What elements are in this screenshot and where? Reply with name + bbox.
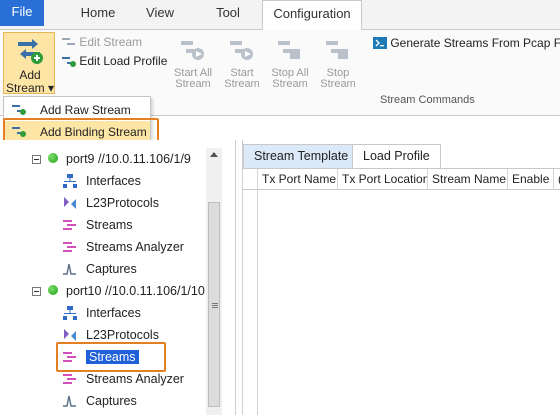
column-stream-name[interactable]: Stream Name	[427, 169, 507, 190]
stop-all-stream-button[interactable]: Stop All Stream	[267, 32, 313, 90]
tree-item-captures[interactable]: Captures	[62, 258, 137, 280]
edit-load-profile-button[interactable]: Edit Load Profile	[62, 54, 167, 68]
add-stream-icon	[18, 39, 43, 64]
streams-analyzer-icon	[63, 242, 76, 252]
scroll-up-arrow-icon[interactable]	[210, 152, 218, 157]
tab-home[interactable]: Home	[72, 0, 124, 30]
protocols-icon	[64, 197, 76, 209]
add-stream-button[interactable]: Add Stream ▾	[3, 32, 55, 95]
port-status-icon	[48, 285, 58, 295]
tree-item-l23protocols[interactable]: L23Protocols	[62, 192, 159, 214]
tree-item-port10[interactable]: port10 //10.0.11.106/1/10	[66, 280, 205, 302]
captures-icon	[63, 395, 76, 407]
tree-item-interfaces[interactable]: Interfaces	[62, 170, 141, 192]
streams-icon	[63, 220, 76, 230]
stop-icon	[326, 41, 348, 59]
tab-configuration[interactable]: Configuration	[262, 0, 362, 31]
tab-tool[interactable]: Tool	[206, 0, 250, 30]
interfaces-icon	[63, 306, 77, 320]
stream-commands-group-label: Stream Commands	[380, 94, 475, 106]
collapse-port10-toggle[interactable]	[32, 287, 41, 296]
stream-panel: Stream Template Load Profile Tx Port Nam…	[242, 140, 560, 415]
collapse-port9-toggle[interactable]	[32, 155, 41, 164]
generate-streams-button[interactable]: Generate Streams From Pcap File	[373, 36, 560, 50]
column-truncated[interactable]: (	[553, 169, 560, 190]
tree-item-port9[interactable]: port9 //10.0.11.106/1/9	[66, 148, 191, 170]
tab-view[interactable]: View	[138, 0, 182, 30]
column-tx-port-name[interactable]: Tx Port Name	[257, 169, 337, 190]
edit-stream-icon	[62, 38, 75, 45]
tree-scrollbar[interactable]	[206, 148, 222, 415]
tab-file[interactable]: File	[0, 0, 44, 26]
add-stream-label: Add Stream ▾	[5, 68, 55, 95]
tab-stream-template[interactable]: Stream Template	[243, 144, 360, 168]
edit-stream-button[interactable]: Edit Stream	[62, 35, 142, 49]
stop-all-icon	[278, 41, 300, 59]
row-header-divider	[257, 190, 258, 415]
interfaces-icon	[63, 174, 77, 188]
raw-stream-icon	[12, 105, 26, 115]
protocols-icon	[64, 329, 76, 341]
stop-stream-button[interactable]: Stop Stream	[315, 32, 361, 90]
scroll-thumb[interactable]	[208, 202, 220, 407]
edit-load-profile-icon	[62, 57, 76, 67]
captures-icon	[63, 263, 76, 275]
start-all-icon	[181, 41, 204, 60]
ribbon-tab-bar: File Home View Tool Configuration	[0, 0, 560, 31]
terminal-icon	[373, 37, 387, 49]
highlight-streams	[56, 342, 166, 372]
start-stream-button[interactable]: Start Stream	[219, 32, 265, 90]
tree-item-streams[interactable]: Streams	[62, 214, 133, 236]
tree-item-captures[interactable]: Captures	[62, 390, 137, 412]
tree-item-interfaces[interactable]: Interfaces	[62, 302, 141, 324]
port-status-icon	[48, 153, 58, 163]
streams-analyzer-icon	[63, 374, 76, 384]
column-tx-port-location[interactable]: Tx Port Location	[337, 169, 427, 190]
port-tree: port9 //10.0.11.106/1/9 Interfaces L23Pr…	[0, 140, 236, 415]
stream-table-header: Tx Port Name Tx Port Location Stream Nam…	[243, 168, 560, 190]
start-all-stream-button[interactable]: Start All Stream	[170, 32, 216, 90]
tab-load-profile[interactable]: Load Profile	[352, 144, 441, 168]
tree-item-streams-analyzer[interactable]: Streams Analyzer	[62, 236, 184, 258]
column-enable[interactable]: Enable	[507, 169, 553, 190]
start-icon	[230, 41, 253, 60]
